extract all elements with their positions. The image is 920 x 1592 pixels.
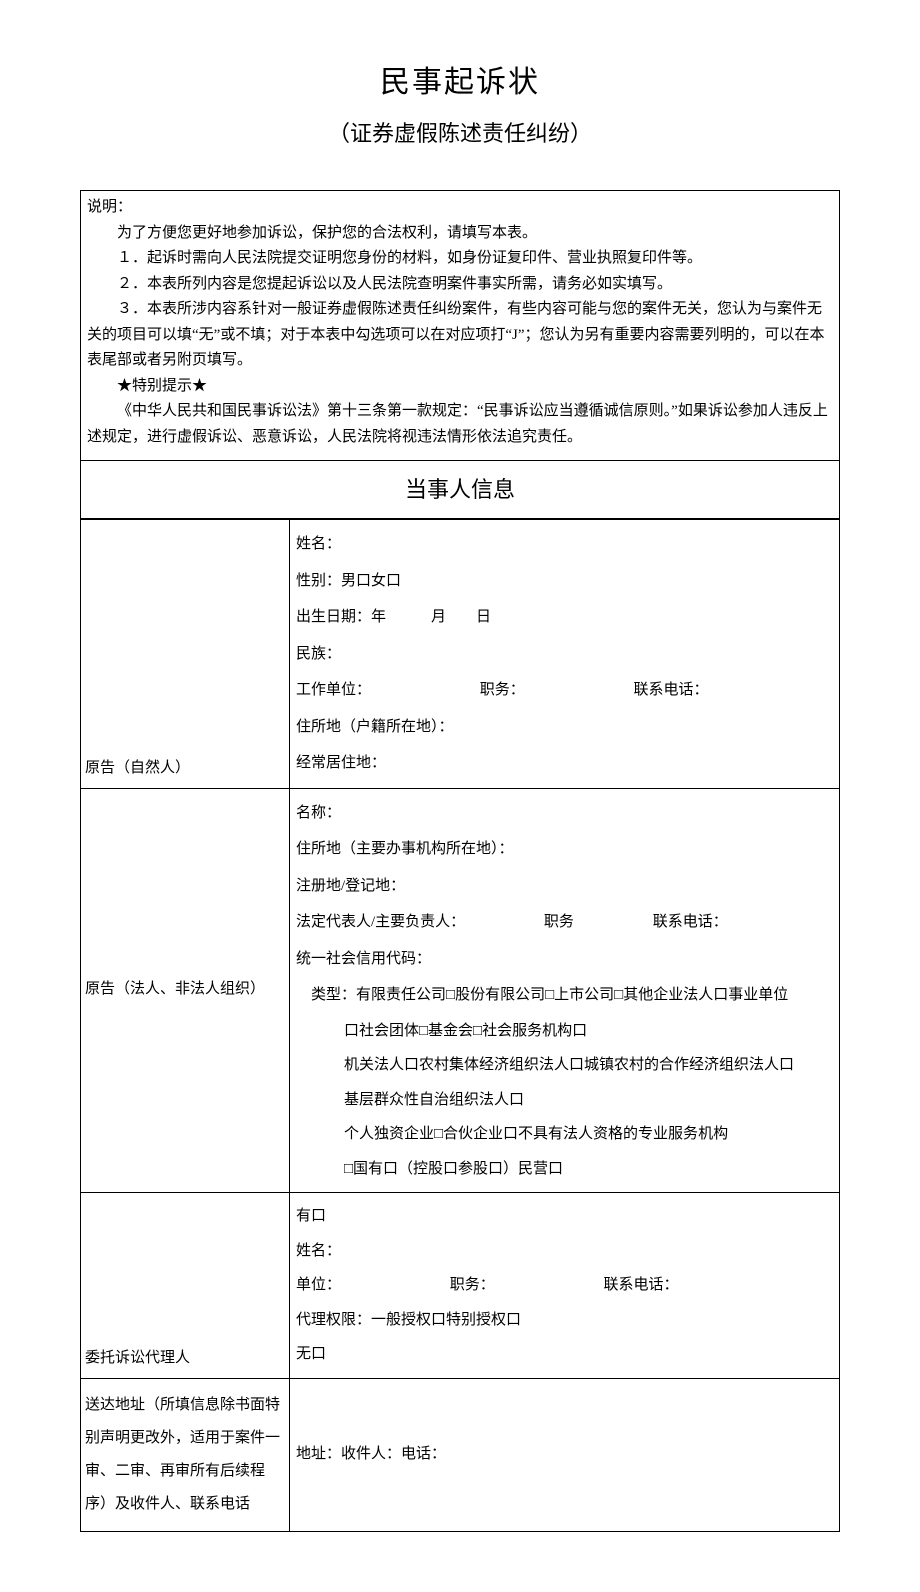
legal-rep: 法定代表人/主要负责人： (296, 914, 465, 930)
agent-phone: 联系电话： (604, 1277, 679, 1293)
agent-has: 有口 (296, 1208, 326, 1224)
agent-content: 有口 姓名： 单位： 职务： 联系电话： 代理权限：一般授权口特别授权口 无口 (290, 1193, 840, 1379)
legal-domicile: 住所地（主要办事机构所在地）： (296, 841, 514, 857)
notice-heading: 说明： (87, 195, 833, 221)
legal-type-l4: 基层群众性自治组织法人口 (344, 1083, 833, 1118)
agent-duty: 职务： (450, 1277, 495, 1293)
notice-tip-head: ★特别提示★ (87, 374, 833, 400)
natural-gender: 性别：男口女口 (296, 573, 401, 589)
delivery-side-label: 送达地址（所填信息除书面特别声明更改外，适用于案件一审、二审、再审所有后续程序）… (81, 1378, 290, 1531)
table-row: 送达地址（所填信息除书面特别声明更改外，适用于案件一审、二审、再审所有后续程序）… (81, 1378, 840, 1531)
notice-tip-body: 《中华人民共和国民事诉讼法》第十三条第一款规定：“民事诉讼应当遵循诚信原则。”如… (87, 399, 833, 450)
natural-side-label: 原告（自然人） (81, 520, 290, 789)
natural-domicile: 住所地（户籍所在地）： (296, 719, 454, 735)
natural-dob: 出生日期：年 月 日 (296, 609, 491, 625)
legal-side-label: 原告（法人、非法人组织） (81, 788, 290, 1193)
legal-type-label: 类型： (296, 987, 356, 1003)
table-row: 原告（自然人） 姓名： 性别：男口女口 出生日期：年 月 日 民族： 工作单位：… (81, 520, 840, 789)
legal-uscc: 统一社会信用代码： (296, 951, 431, 967)
party-table: 原告（自然人） 姓名： 性别：男口女口 出生日期：年 月 日 民族： 工作单位：… (80, 519, 840, 1532)
legal-content: 名称： 住所地（主要办事机构所在地）： 注册地/登记地： 法定代表人/主要负责人… (290, 788, 840, 1193)
table-row: 委托诉讼代理人 有口 姓名： 单位： 职务： 联系电话： 代理权限：一般授权口特… (81, 1193, 840, 1379)
legal-type-l2: 口社会团体□基金会□社会服务机构口 (344, 1014, 833, 1049)
agent-side-label: 委托诉讼代理人 (81, 1193, 290, 1379)
agent-name: 姓名： (296, 1243, 341, 1259)
doc-title: 民事起诉状 (80, 60, 840, 105)
legal-type-l1: 有限责任公司□股份有限公司□上市公司□其他企业法人口事业单位 (356, 987, 788, 1003)
natural-ethnic: 民族： (296, 646, 341, 662)
notice-p1: 为了方便您更好地参加诉讼，保护您的合法权利，请填写本表。 (87, 221, 833, 247)
notice-box: 说明： 为了方便您更好地参加诉讼，保护您的合法权利，请填写本表。 １．起诉时需向… (80, 190, 840, 460)
agent-scope: 代理权限：一般授权口特别授权口 (296, 1312, 521, 1328)
doc-subtitle: （证券虚假陈述责任纠纷） (80, 117, 840, 150)
section-party-header: 当事人信息 (80, 460, 840, 519)
legal-type-l3: 机关法人口农村集体经济组织法人口城镇农村的合作经济组织法人口 (344, 1048, 833, 1083)
delivery-content: 地址：收件人：电话： (290, 1378, 840, 1531)
natural-name-label: 姓名： (296, 536, 341, 552)
table-row: 原告（法人、非法人组织） 名称： 住所地（主要办事机构所在地）： 注册地/登记地… (81, 788, 840, 1193)
notice-p4: ３．本表所涉内容系针对一般证券虚假陈述责任纠纷案件，有些内容可能与您的案件无关，… (87, 297, 833, 374)
natural-phone: 联系电话： (634, 682, 709, 698)
legal-name: 名称： (296, 805, 341, 821)
natural-duty: 职务： (480, 682, 525, 698)
notice-p2: １．起诉时需向人民法院提交证明您身份的材料，如身份证复印件、营业执照复印件等。 (87, 246, 833, 272)
natural-work-unit: 工作单位： (296, 682, 371, 698)
legal-phone: 联系电话： (653, 914, 728, 930)
legal-duty: 职务 (544, 914, 574, 930)
legal-type-l5: 个人独资企业□合伙企业口不具有法人资格的专业服务机构 (344, 1117, 833, 1152)
natural-residence: 经常居住地： (296, 755, 386, 771)
legal-reg: 注册地/登记地： (296, 878, 405, 894)
agent-none: 无口 (296, 1346, 326, 1362)
natural-content: 姓名： 性别：男口女口 出生日期：年 月 日 民族： 工作单位： 职务： 联系电… (290, 520, 840, 789)
notice-p3: ２．本表所列内容是您提起诉讼以及人民法院查明案件事实所需，请务必如实填写。 (87, 272, 833, 298)
agent-unit: 单位： (296, 1277, 341, 1293)
legal-type-l6: □国有口（控股口参股口）民营口 (344, 1152, 833, 1187)
